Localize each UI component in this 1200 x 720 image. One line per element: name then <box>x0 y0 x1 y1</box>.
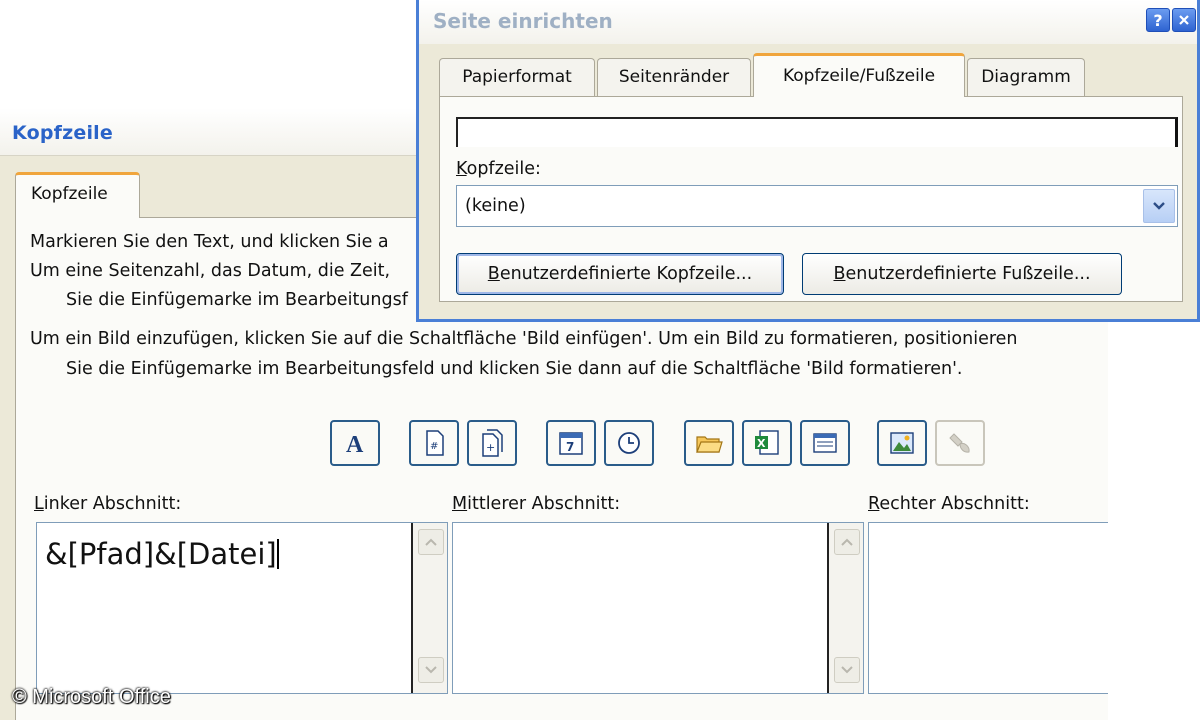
kopfzeile-dropdown-value: (keine) <box>465 196 526 216</box>
tab-kopfzeile[interactable]: Kopfzeile <box>15 172 140 218</box>
chevron-up-icon <box>841 538 853 546</box>
instruction-line-4: Um ein Bild einzufügen, klicken Sie auf … <box>30 329 1018 349</box>
insert-file-path-button[interactable] <box>684 420 734 466</box>
format-picture-icon <box>949 433 970 453</box>
tab-seitenraender[interactable]: Seitenränder <box>597 58 751 96</box>
custom-header-button-label: Benutzerdefinierte Kopfzeile... <box>487 264 753 284</box>
center-section-label: Mittlerer Abschnitt: <box>452 494 621 514</box>
scroll-up-arrow[interactable] <box>418 529 444 555</box>
font-icon: A <box>346 432 364 458</box>
custom-footer-button-label: Benutzerdefinierte Fußzeile... <box>833 264 1091 284</box>
help-icon: ? <box>1153 10 1163 30</box>
insert-time-button[interactable] <box>604 420 654 466</box>
left-section-scrollbar[interactable] <box>411 523 447 693</box>
kopfzeile-fusszeile-panel: Kopfzeile: (keine) Benutzerdefinierte Ko… <box>439 96 1183 302</box>
close-icon <box>1179 15 1189 25</box>
tab-diagramm[interactable]: Diagramm <box>967 58 1085 96</box>
seite-einrichten-title: Seite einrichten <box>433 9 613 33</box>
date-icon: 7 <box>559 432 583 455</box>
page-number-icon: # <box>426 430 444 456</box>
right-section-label-rest: echter Abschnitt: <box>879 494 1030 514</box>
insert-picture-button[interactable] <box>877 420 927 466</box>
chevron-down-icon <box>425 666 437 674</box>
text-caret <box>276 539 279 569</box>
center-section-label-rest: ittlerer Abschnitt: <box>467 494 621 514</box>
time-icon <box>618 432 640 454</box>
right-section-label: Rechter Abschnitt: <box>868 494 1030 514</box>
header-preview <box>456 117 1178 147</box>
instruction-line-2: Um eine Seitenzahl, das Datum, die Zeit, <box>30 261 391 281</box>
dropdown-arrow-button[interactable] <box>1143 189 1175 223</box>
format-picture-button[interactable] <box>935 420 985 466</box>
insert-file-name-button[interactable]: X <box>742 420 792 466</box>
scroll-up-arrow[interactable] <box>834 529 860 555</box>
center-section-scrollbar[interactable] <box>827 523 863 693</box>
kopfzeile-label-rest: opfzeile: <box>466 159 541 179</box>
svg-text:X: X <box>757 437 766 450</box>
instruction-line-3: Sie die Einfügemarke im Bearbeitungsf <box>66 290 408 310</box>
insert-picture-icon <box>890 432 914 454</box>
close-button[interactable] <box>1172 8 1196 32</box>
kopfzeile-dropdown[interactable]: (keine) <box>456 185 1178 227</box>
left-section-text: &[Pfad]&[Datei] <box>45 537 279 571</box>
svg-text:7: 7 <box>566 440 574 454</box>
file-path-icon <box>696 436 723 453</box>
insert-page-count-button[interactable]: + <box>467 420 517 466</box>
file-name-icon: X <box>755 430 779 455</box>
instruction-line-1: Markieren Sie den Text, und klicken Sie … <box>30 232 389 252</box>
left-section-label-rest: inker Abschnitt: <box>43 494 182 514</box>
copyright-watermark: © Microsoft Office <box>12 686 171 708</box>
help-button[interactable]: ? <box>1146 8 1170 32</box>
kopfzeile-title: Kopfzeile <box>12 122 113 144</box>
insert-page-number-button[interactable]: # <box>409 420 459 466</box>
tab-papierformat[interactable]: Papierformat <box>439 58 595 96</box>
svg-text:+: + <box>486 441 495 454</box>
chevron-down-icon <box>841 666 853 674</box>
custom-footer-button-label-rest: enutzerdefinierte Fußzeile... <box>845 264 1091 284</box>
sheet-name-icon <box>813 433 837 453</box>
format-text-button[interactable]: A <box>330 420 380 466</box>
kopfzeile-label: Kopfzeile: <box>456 159 541 179</box>
custom-header-button[interactable]: Benutzerdefinierte Kopfzeile... <box>456 253 784 295</box>
instruction-line-5: Sie die Einfügemarke im Bearbeitungsfeld… <box>66 359 963 379</box>
chevron-up-icon <box>425 538 437 546</box>
left-section-label: Linker Abschnitt: <box>34 494 182 514</box>
scroll-down-arrow[interactable] <box>834 657 860 683</box>
custom-header-button-label-rest: enutzerdefinierte Kopfzeile... <box>499 264 753 284</box>
left-section-input[interactable]: &[Pfad]&[Datei] <box>36 522 448 694</box>
svg-text:#: # <box>430 441 438 452</box>
custom-footer-button[interactable]: Benutzerdefinierte Fußzeile... <box>802 253 1122 295</box>
seite-einrichten-titlebar[interactable]: Seite einrichten ? <box>419 0 1197 44</box>
svg-text:A: A <box>346 432 364 458</box>
page-count-icon: + <box>482 429 503 457</box>
insert-sheet-name-button[interactable] <box>800 420 850 466</box>
left-section-value: &[Pfad]&[Datei] <box>45 537 277 571</box>
tab-kopfzeile-fusszeile[interactable]: Kopfzeile/Fußzeile <box>753 53 965 97</box>
right-section-input[interactable] <box>868 522 1108 694</box>
center-section-input[interactable] <box>452 522 864 694</box>
chevron-down-icon <box>1153 202 1165 210</box>
scroll-down-arrow[interactable] <box>418 657 444 683</box>
insert-date-button[interactable]: 7 <box>546 420 596 466</box>
seite-einrichten-dialog: Seite einrichten ? Papierformat Seitenrä… <box>416 0 1200 322</box>
